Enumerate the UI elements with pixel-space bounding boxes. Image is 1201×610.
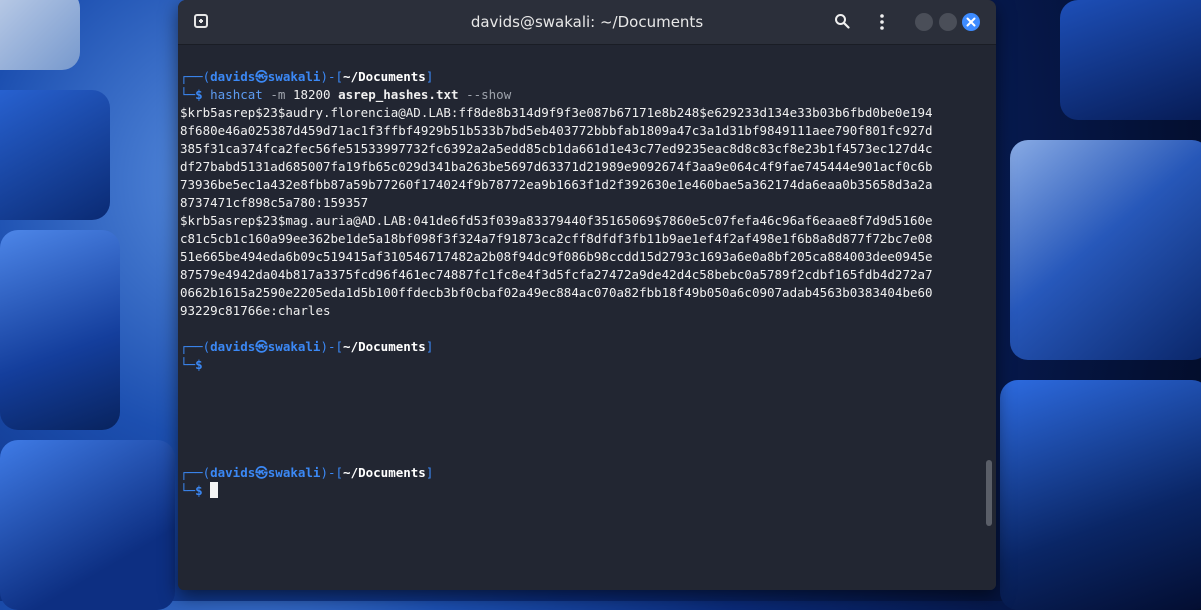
output-line: 93229c81766e:charles	[180, 303, 331, 318]
command-name: hashcat	[210, 87, 263, 102]
prompt-line-top: ┌──(davids㉿swakali)-[~/Documents]	[180, 339, 434, 354]
close-icon	[966, 17, 976, 27]
command-file: asrep_hashes.txt	[338, 87, 459, 102]
output-line: 0662b1615a2590e2205eda1d5b100ffdecb3bf0c…	[180, 285, 933, 300]
wallpaper-block	[1010, 140, 1201, 360]
output-line: $krb5asrep$23$audry.florencia@AD.LAB:ff8…	[180, 105, 933, 120]
close-button[interactable]	[962, 13, 980, 31]
scrollbar[interactable]	[986, 460, 992, 526]
output-line: 8f680e46a025387d459d71ac1f3ffbf4929b51b5…	[180, 123, 933, 138]
active-prompt-line[interactable]: └─$	[180, 482, 219, 500]
output-line: $krb5asrep$23$mag.auria@AD.LAB:041de6fd5…	[180, 213, 933, 228]
title-bar[interactable]: davids@swakali: ~/Documents	[178, 0, 996, 45]
wallpaper-block	[1060, 0, 1201, 120]
wallpaper-block	[0, 0, 80, 70]
wallpaper-block	[0, 440, 175, 610]
output-line: df27babd5131ad685007fa19fb65c029d341ba26…	[180, 159, 933, 174]
window-title: davids@swakali: ~/Documents	[470, 13, 704, 31]
prompt-line-bottom: └─$	[180, 357, 203, 372]
output-line: 385f31ca374fca2fec56fe51533997732fc6392a…	[180, 141, 933, 156]
output-line: 87579e4942da04b817a3375fcd96f461ec74887f…	[180, 267, 933, 282]
output-line: 8737471cf898c5a780:159357	[180, 195, 369, 210]
prompt-line-top: ┌──(davids㉿swakali)-[~/Documents]	[180, 465, 434, 480]
prompt-line-top: ┌──(davids㉿swakali)-[~/Documents]	[180, 69, 434, 84]
output-line: 73936be5ec1a432e8fbb87a59b77260f174024f9…	[180, 177, 933, 192]
prompt-user-host: davids㉿swakali	[210, 69, 321, 84]
command-line: └─$ hashcat -m 18200 asrep_hashes.txt --…	[180, 87, 512, 102]
output-line: c81c5cb1c160a99ee362be1de5a18bf098f3f324…	[180, 231, 933, 246]
wallpaper-block	[1000, 380, 1201, 610]
wallpaper-block	[0, 230, 120, 430]
prompt-path: ~/Documents	[343, 69, 426, 84]
wallpaper-block	[0, 90, 110, 220]
text-cursor	[210, 482, 219, 498]
maximize-button[interactable]	[939, 13, 957, 31]
minimize-button[interactable]	[915, 13, 933, 31]
kebab-menu-icon[interactable]	[876, 13, 888, 31]
terminal-output[interactable]: ┌──(davids㉿swakali)-[~/Documents] └─$ ha…	[178, 45, 996, 590]
terminal-window: davids@swakali: ~/Documents ┌──(davids㉿s…	[178, 0, 996, 590]
search-icon[interactable]	[834, 13, 850, 29]
output-line: 51e665be494eda6b09c519415af310546717482a…	[180, 249, 933, 264]
